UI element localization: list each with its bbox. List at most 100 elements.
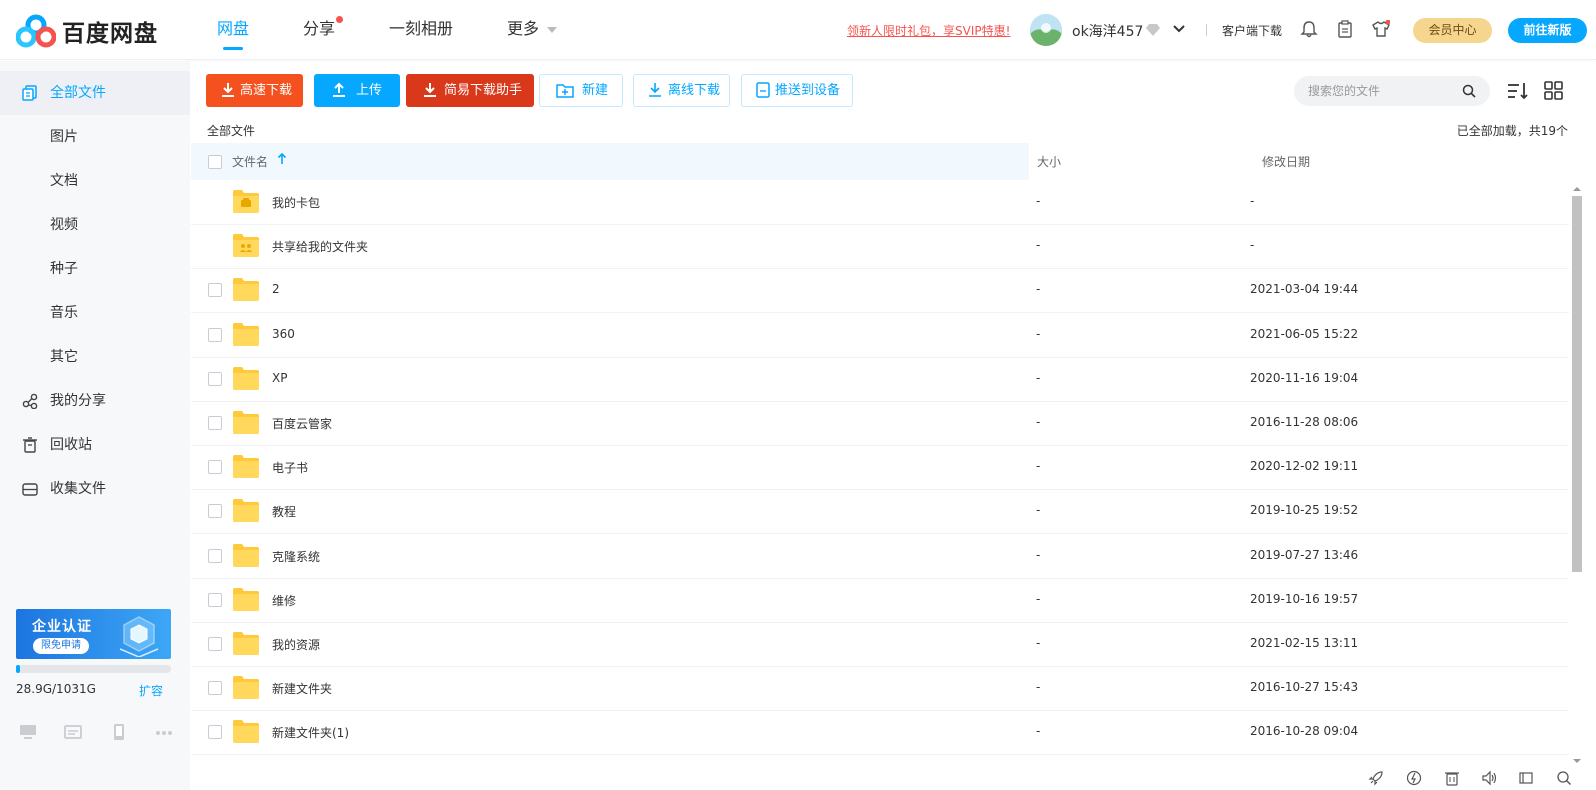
- folder-icon: [233, 543, 259, 567]
- avatar[interactable]: [1030, 14, 1062, 46]
- file-row[interactable]: 电子书 - 2020-12-02 19:11: [191, 445, 1569, 491]
- file-name[interactable]: 我的资源: [272, 636, 320, 653]
- mail-icon[interactable]: [64, 724, 82, 740]
- row-checkbox[interactable]: [208, 504, 222, 519]
- folder-icon: [233, 587, 259, 611]
- promo-link[interactable]: 领新人限时礼包，享SVIP特惠!: [847, 22, 1010, 39]
- enterprise-auth-banner[interactable]: 企业认证 限免申请: [16, 609, 171, 659]
- nav-share[interactable]: 分享: [291, 0, 347, 60]
- sound-icon[interactable]: [1481, 770, 1497, 786]
- grid-view-icon[interactable]: [1543, 81, 1565, 101]
- file-modified-date: 2020-12-02 19:11: [1250, 459, 1359, 474]
- file-name[interactable]: 360: [272, 327, 295, 341]
- client-download-link[interactable]: 客户端下载: [1222, 22, 1282, 39]
- file-row[interactable]: 2 - 2021-03-04 19:44: [191, 268, 1569, 314]
- phone-icon[interactable]: [110, 724, 128, 740]
- speed-icon[interactable]: [1406, 770, 1422, 786]
- sidebar-item-all-files[interactable]: 全部文件: [0, 71, 190, 115]
- row-checkbox[interactable]: [208, 371, 222, 386]
- scrollbar-thumb[interactable]: [1572, 196, 1582, 572]
- file-row[interactable]: XP - 2020-11-16 19:04: [191, 357, 1569, 402]
- clear-icon[interactable]: [1444, 770, 1460, 786]
- file-name[interactable]: 百度云管家: [272, 415, 332, 432]
- banner-apply-button[interactable]: 限免申请: [33, 638, 89, 654]
- file-name[interactable]: 新建文件夹: [272, 680, 332, 697]
- file-row[interactable]: 百度云管家 - 2016-11-28 08:06: [191, 401, 1569, 446]
- file-row[interactable]: 我的卡包 - -: [191, 180, 1569, 225]
- sidebar-item-label: 种子: [50, 261, 78, 277]
- file-name[interactable]: 克隆系统: [272, 548, 320, 565]
- simple-download-helper-button[interactable]: 简易下载助手: [406, 74, 534, 107]
- pc-icon[interactable]: [19, 724, 37, 740]
- file-name[interactable]: 共享给我的文件夹: [272, 238, 368, 255]
- bell-icon[interactable]: [1300, 20, 1318, 38]
- upload-button[interactable]: 上传: [314, 74, 400, 107]
- file-name[interactable]: 电子书: [272, 459, 308, 476]
- download-icon: [424, 83, 436, 97]
- sidebar-item-documents[interactable]: 文档: [0, 159, 190, 203]
- file-name[interactable]: 新建文件夹(1): [272, 724, 349, 741]
- sidebar-item-music[interactable]: 音乐: [0, 291, 190, 335]
- search-icon[interactable]: [1556, 770, 1572, 786]
- rocket-icon[interactable]: [1368, 770, 1384, 786]
- username[interactable]: ok海洋457: [1072, 21, 1143, 41]
- scroll-up-arrow-icon[interactable]: [1572, 185, 1582, 193]
- column-header-date[interactable]: 修改日期: [1262, 153, 1310, 170]
- expand-storage-link[interactable]: 扩容: [139, 682, 163, 699]
- sidebar-item-images[interactable]: 图片: [0, 115, 190, 159]
- nav-netdisk[interactable]: 网盘: [205, 0, 261, 60]
- search-icon[interactable]: [1462, 84, 1476, 98]
- fast-download-button[interactable]: 高速下载: [206, 74, 303, 107]
- column-header-name[interactable]: 文件名: [232, 153, 268, 170]
- breadcrumb[interactable]: 全部文件: [207, 122, 255, 139]
- row-checkbox[interactable]: [208, 592, 222, 607]
- sidebar-item-others[interactable]: 其它: [0, 335, 190, 379]
- file-name[interactable]: 维修: [272, 592, 296, 609]
- tshirt-skin-icon[interactable]: [1372, 20, 1390, 38]
- window-icon[interactable]: [1518, 770, 1534, 786]
- new-folder-button[interactable]: 新建: [539, 74, 623, 107]
- column-header-size[interactable]: 大小: [1037, 153, 1061, 170]
- more-icon[interactable]: [155, 724, 173, 740]
- file-row[interactable]: 维修 - 2019-10-16 19:57: [191, 578, 1569, 623]
- row-checkbox[interactable]: [208, 681, 222, 696]
- push-to-device-button[interactable]: 推送到设备: [741, 74, 853, 107]
- nav-more-label: 更多: [507, 19, 540, 38]
- nav-share-label: 分享: [303, 19, 336, 38]
- clipboard-icon[interactable]: [1336, 20, 1354, 38]
- row-checkbox[interactable]: [208, 460, 222, 475]
- sidebar-item-my-share[interactable]: 我的分享: [0, 379, 190, 423]
- file-row[interactable]: 教程 - 2019-10-25 19:52: [191, 489, 1569, 535]
- select-all-checkbox[interactable]: [208, 155, 222, 169]
- sort-order-icon[interactable]: [1507, 81, 1529, 101]
- scroll-down-arrow-icon[interactable]: [1572, 757, 1582, 765]
- sidebar-item-recycle-bin[interactable]: 回收站: [0, 423, 190, 467]
- sidebar-item-videos[interactable]: 视频: [0, 203, 190, 247]
- member-center-button[interactable]: 会员中心: [1413, 18, 1492, 43]
- file-row[interactable]: 新建文件夹(1) - 2016-10-28 09:04: [191, 710, 1569, 756]
- file-name[interactable]: 我的卡包: [272, 194, 320, 211]
- row-checkbox[interactable]: [208, 327, 222, 342]
- logo[interactable]: 百度网盘: [16, 14, 158, 48]
- row-checkbox[interactable]: [208, 416, 222, 430]
- sidebar-item-torrents[interactable]: 种子: [0, 247, 190, 291]
- nav-photo-album[interactable]: 一刻相册: [377, 0, 465, 60]
- offline-download-button[interactable]: 离线下载: [633, 74, 730, 107]
- search-input[interactable]: [1308, 76, 1458, 106]
- sidebar-item-collect-files[interactable]: 收集文件: [0, 467, 190, 511]
- new-version-button[interactable]: 前往新版: [1508, 18, 1587, 43]
- file-row[interactable]: 新建文件夹 - 2016-10-27 15:43: [191, 666, 1569, 712]
- file-row[interactable]: 360 - 2021-06-05 15:22: [191, 313, 1569, 358]
- file-name[interactable]: 教程: [272, 503, 296, 520]
- file-name[interactable]: 2: [272, 282, 280, 296]
- row-checkbox[interactable]: [208, 548, 222, 563]
- row-checkbox[interactable]: [208, 725, 222, 740]
- file-row[interactable]: 我的资源 - 2021-02-15 13:11: [191, 622, 1569, 667]
- file-row[interactable]: 克隆系统 - 2019-07-27 13:46: [191, 534, 1569, 579]
- file-name[interactable]: XP: [272, 371, 287, 385]
- row-checkbox[interactable]: [208, 637, 222, 651]
- chevron-down-icon[interactable]: [1172, 22, 1186, 36]
- nav-more[interactable]: 更多: [495, 0, 569, 60]
- row-checkbox[interactable]: [208, 283, 222, 298]
- file-row[interactable]: 共享给我的文件夹 - -: [191, 224, 1569, 270]
